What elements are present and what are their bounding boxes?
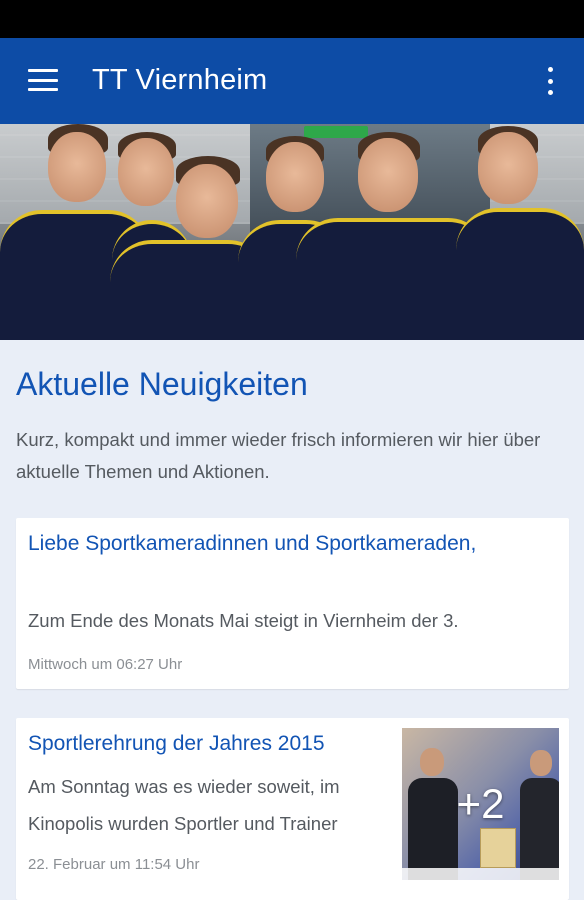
news-card[interactable]: Sportlerehrung der Jahres 2015 Am Sonnta… [16, 718, 569, 900]
hero-team-photo [0, 124, 584, 340]
news-card[interactable]: Liebe Sportkameradinnen und Sportkamerad… [16, 518, 569, 689]
news-card-title[interactable]: Liebe Sportkameradinnen und Sportkamerad… [28, 532, 476, 556]
section-title: Aktuelle Neuigkeiten [16, 366, 308, 402]
more-vert-icon[interactable] [540, 67, 560, 95]
news-section: Aktuelle Neuigkeiten Kurz, kompakt und i… [0, 340, 584, 900]
hamburger-menu-icon[interactable] [28, 69, 58, 91]
news-card-thumbnail[interactable]: +2 [402, 728, 559, 880]
status-bar [0, 0, 584, 38]
app-title: TT Viernheim [92, 64, 268, 96]
section-intro: Kurz, kompakt und immer wieder frisch in… [16, 429, 541, 482]
news-card-snippet: Am Sonntag was es wieder soweit, im Kino… [28, 776, 340, 834]
news-card-title[interactable]: Sportlerehrung der Jahres 2015 [28, 732, 325, 756]
app-bar: TT Viernheim [0, 38, 584, 124]
news-card-date: 22. Februar um 11:54 Uhr [28, 856, 200, 873]
thumbnail-more-count: +2 [456, 780, 505, 827]
news-card-snippet: Zum Ende des Monats Mai steigt in Viernh… [28, 610, 459, 631]
news-card-date: Mittwoch um 06:27 Uhr [28, 656, 183, 673]
